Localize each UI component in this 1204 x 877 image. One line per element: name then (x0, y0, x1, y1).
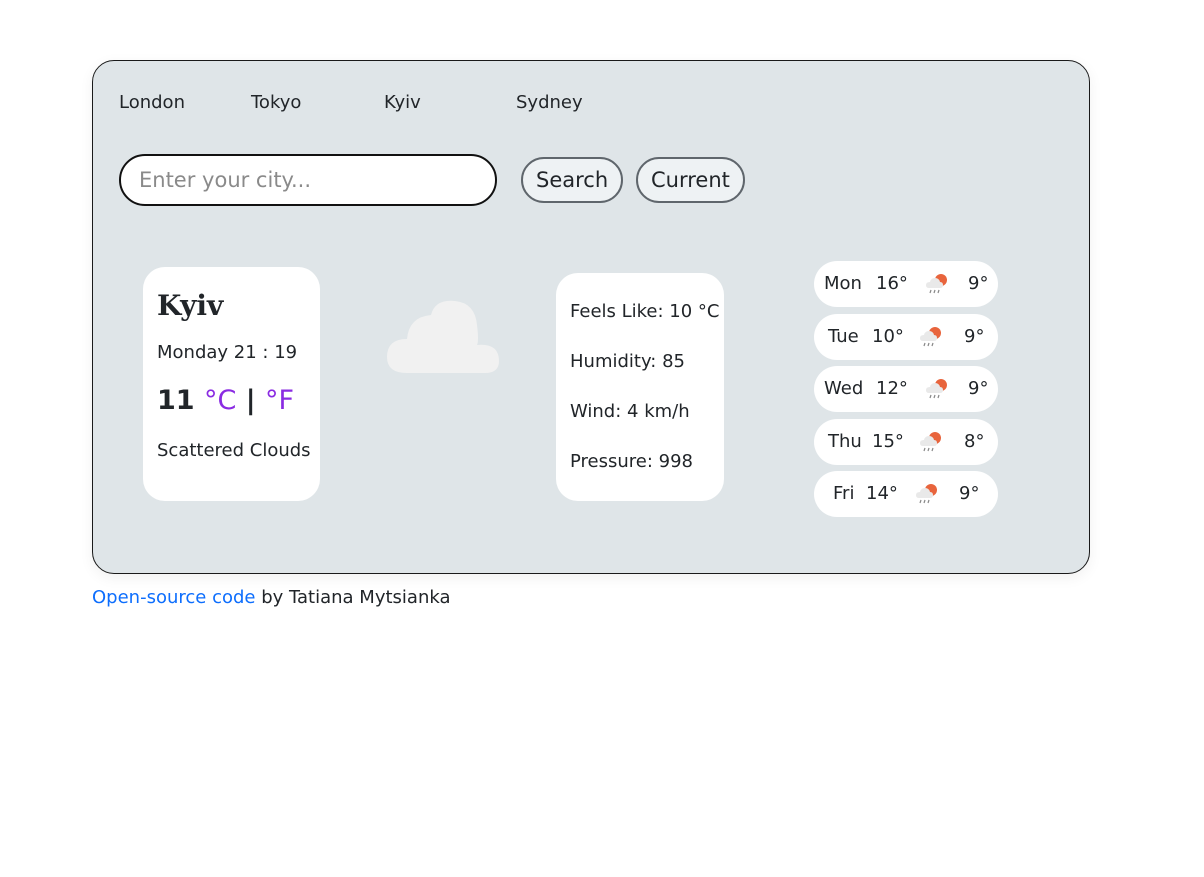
forecast-max-temp: 16° (876, 273, 908, 294)
rain-sun-icon (926, 379, 947, 399)
forecast-day: Wed 12° 9° (814, 366, 998, 412)
city-link-tokyo[interactable]: Tokyo (251, 92, 301, 113)
city-link-kyiv[interactable]: Kyiv (384, 92, 421, 113)
forecast-day-name: Fri (833, 483, 855, 504)
fahrenheit-link[interactable]: °F (265, 385, 294, 416)
search-button[interactable]: Search (521, 157, 624, 203)
temperature-display: 11 °C | °F (157, 385, 306, 416)
forecast-day-name: Tue (828, 326, 859, 347)
city-name: Kyiv (157, 289, 224, 322)
feels-like: Feels Like: 10 °C (570, 301, 720, 322)
forecast-day-name: Mon (824, 273, 862, 294)
weather-details-card: Feels Like: 10 °C Humidity: 85 Wind: 4 k… (556, 273, 724, 501)
footer-credit: Open-source code by Tatiana Mytsianka (92, 587, 451, 608)
forecast-max-temp: 12° (876, 378, 908, 399)
city-link-sydney[interactable]: Sydney (516, 92, 583, 113)
pressure: Pressure: 998 (570, 451, 694, 472)
forecast-min-temp: 9° (968, 273, 989, 294)
celsius-link[interactable]: °C (204, 385, 236, 416)
current-weather-card: Kyiv Monday 21 : 19 11 °C | °F Scattered… (143, 267, 320, 501)
forecast-day: Tue 10° 9° (814, 314, 998, 360)
current-location-button[interactable]: Current (636, 157, 745, 203)
forecast-day-name: Wed (824, 378, 864, 399)
forecast-day-name: Thu (828, 431, 862, 452)
author-credit: by Tatiana Mytsianka (255, 587, 451, 608)
forecast-min-temp: 9° (964, 326, 985, 347)
weather-app-panel: London Tokyo Kyiv Sydney Search Current … (92, 60, 1090, 574)
rain-sun-icon (920, 327, 941, 347)
rain-sun-icon (920, 432, 941, 452)
forecast-day: Mon 16° 9° (814, 261, 998, 307)
forecast-min-temp: 9° (959, 483, 980, 504)
forecast-max-temp: 10° (872, 326, 904, 347)
wind-speed: Wind: 4 km/h (570, 401, 690, 422)
rain-sun-icon (916, 484, 937, 504)
forecast-day: Thu 15° 8° (814, 419, 998, 465)
humidity: Humidity: 85 (570, 351, 685, 372)
city-search-input[interactable] (119, 154, 497, 206)
temperature-value: 11 (157, 385, 195, 416)
date-time: Monday 21 : 19 (157, 342, 298, 363)
cloud-icon (387, 300, 499, 373)
forecast-min-temp: 9° (968, 378, 989, 399)
forecast-max-temp: 14° (866, 483, 898, 504)
forecast-min-temp: 8° (964, 431, 985, 452)
forecast-max-temp: 15° (872, 431, 904, 452)
weather-description: Scattered Clouds (157, 440, 311, 461)
rain-sun-icon (926, 274, 947, 294)
open-source-code-link[interactable]: Open-source code (92, 587, 255, 608)
city-link-london[interactable]: London (119, 92, 185, 113)
unit-separator: | (245, 385, 256, 416)
forecast-day: Fri 14° 9° (814, 471, 998, 517)
